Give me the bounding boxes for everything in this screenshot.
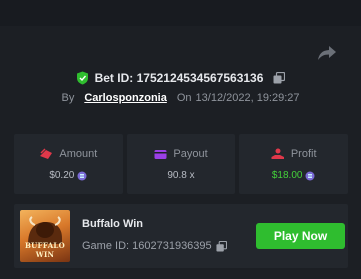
thumbnail-title: BUFFALO WIN xyxy=(24,241,66,259)
game-id-row: Game ID: 1602731936395 xyxy=(82,240,227,252)
payout-value: 90.8 x xyxy=(167,170,195,181)
on-label: On xyxy=(176,92,192,104)
share-icon[interactable] xyxy=(316,44,338,62)
game-card: BUFFALO WIN Buffalo Win Game ID: 1602731… xyxy=(14,204,348,268)
currency-coin-icon xyxy=(77,171,87,180)
wallet-icon xyxy=(154,149,167,159)
game-id-text: Game ID: 1602731936395 xyxy=(82,240,212,252)
profit-label: Profit xyxy=(290,148,317,160)
coins-icon xyxy=(40,148,53,159)
profit-value: $18.00 xyxy=(271,170,303,181)
bet-id-row: Bet ID: 1752124534567563136 xyxy=(0,69,361,87)
game-thumbnail[interactable]: BUFFALO WIN xyxy=(20,210,70,262)
amount-value: $0.20 xyxy=(49,170,75,181)
profit-stat: Profit $18.00 xyxy=(239,134,349,194)
bet-id-text: Bet ID: 1752124534567563136 xyxy=(94,71,264,85)
bet-stats: Amount $0.20 Payout 90.8 x Profit $18.00 xyxy=(14,134,349,194)
copy-icon[interactable] xyxy=(273,72,286,84)
username-link[interactable]: Carlosponzonia xyxy=(84,92,167,104)
top-bar xyxy=(0,0,361,26)
amount-stat: Amount $0.20 xyxy=(14,134,123,194)
bet-author-row: By Carlosponzonia On 13/12/2022, 19:29:2… xyxy=(0,90,361,106)
bet-timestamp: 13/12/2022, 19:29:27 xyxy=(195,92,300,104)
game-title: Buffalo Win xyxy=(82,218,143,230)
copy-icon[interactable] xyxy=(216,240,227,252)
currency-coin-icon xyxy=(305,171,315,180)
amount-label: Amount xyxy=(59,148,98,160)
by-label: By xyxy=(61,92,75,104)
hand-coin-icon xyxy=(271,148,284,159)
payout-stat: Payout 90.8 x xyxy=(126,134,236,194)
play-now-button[interactable]: Play Now xyxy=(256,223,345,249)
payout-label: Payout xyxy=(173,148,208,160)
verified-shield-icon xyxy=(76,71,88,85)
